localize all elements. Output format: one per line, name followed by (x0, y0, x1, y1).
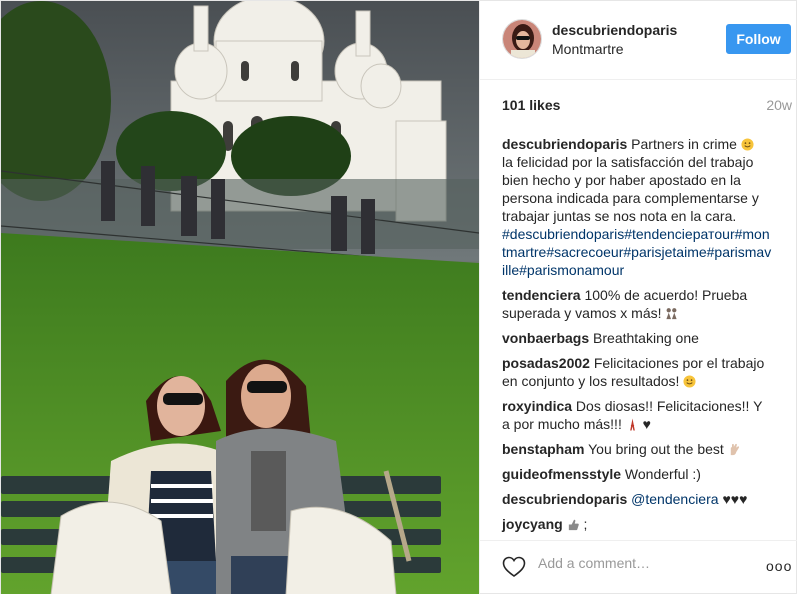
add-comment-input[interactable]: Add a comment… (538, 555, 650, 571)
post-location[interactable]: Montmartre (552, 41, 624, 57)
comment-handle[interactable]: descubriendoparis (502, 491, 627, 507)
comment: tendenciera 100% de acuerdo! Prueba supe… (502, 286, 772, 322)
comment-handle[interactable]: benstapham (502, 441, 584, 457)
post-username[interactable]: descubriendoparis (552, 22, 677, 38)
comment: guideofmensstyle Wonderful :) (502, 465, 772, 483)
post-photo[interactable] (1, 1, 479, 594)
women-emoji-icon (666, 308, 678, 320)
comment-mention[interactable]: @tendenciera (631, 491, 718, 507)
follow-button[interactable]: Follow (726, 24, 791, 54)
comment-handle[interactable]: vonbaerbags (502, 330, 589, 346)
comment-handle[interactable]: joycyang (502, 516, 563, 532)
comment: joycyang ; (502, 515, 772, 533)
comment-text: ♥♥♥ (722, 491, 748, 507)
comment: vonbaerbags Breathtaking one (502, 329, 772, 347)
comment-text: Wonderful :) (624, 466, 701, 482)
comment: benstapham You bring out the best (502, 440, 772, 458)
eiffel-tower-emoji-icon (629, 418, 635, 431)
likes-count[interactable]: 101 likes (502, 97, 560, 113)
comment-handle[interactable]: posadas2002 (502, 355, 590, 371)
post-sidebar: descubriendoparis Montmartre Follow 101 … (479, 1, 797, 594)
post-footer: Add a comment… ooo (480, 540, 797, 594)
avatar-image (503, 20, 541, 58)
more-icon[interactable]: ooo (766, 558, 792, 574)
comment-text: ; (583, 516, 588, 532)
hand-emoji-icon (730, 443, 739, 456)
comments-list: descubriendoparis Partners in crime la f… (502, 135, 772, 540)
comment-text: Breathtaking one (593, 330, 699, 346)
caption-hashtags[interactable]: #descubriendoparis#tendenciератour#montm… (502, 226, 771, 278)
thumb-emoji-icon (568, 519, 579, 531)
caption-handle[interactable]: descubriendoparis (502, 136, 627, 152)
instagram-post: descubriendoparis Montmartre Follow 101 … (0, 0, 797, 594)
comment-handle[interactable]: tendenciera (502, 287, 581, 303)
smile-emoji-icon (683, 375, 696, 388)
comment-text: You bring out the best (588, 441, 724, 457)
caption-text: Partners in crime (631, 136, 737, 152)
comment: descubriendoparis @tendenciera ♥♥♥ (502, 490, 772, 508)
comment-handle[interactable]: guideofmensstyle (502, 466, 621, 482)
post-header: descubriendoparis Montmartre Follow (480, 1, 797, 80)
post-meta: 101 likes 20w (502, 97, 792, 117)
comment: posadas2002 Felicitaciones por el trabaj… (502, 354, 772, 390)
comment-suffix: ♥ (642, 416, 651, 432)
heart-icon[interactable] (502, 556, 526, 578)
comment-handle[interactable]: roxyindica (502, 398, 572, 414)
post-age[interactable]: 20w (766, 97, 792, 113)
smile-emoji-icon (741, 138, 754, 151)
comment: roxyindica Dos diosas!! Felicitaciones!!… (502, 397, 772, 433)
photo-illustration (1, 1, 479, 594)
caption: descubriendoparis Partners in crime la f… (502, 135, 772, 279)
caption-body: la felicidad por la satisfacción del tra… (502, 154, 759, 224)
avatar[interactable] (502, 19, 542, 59)
